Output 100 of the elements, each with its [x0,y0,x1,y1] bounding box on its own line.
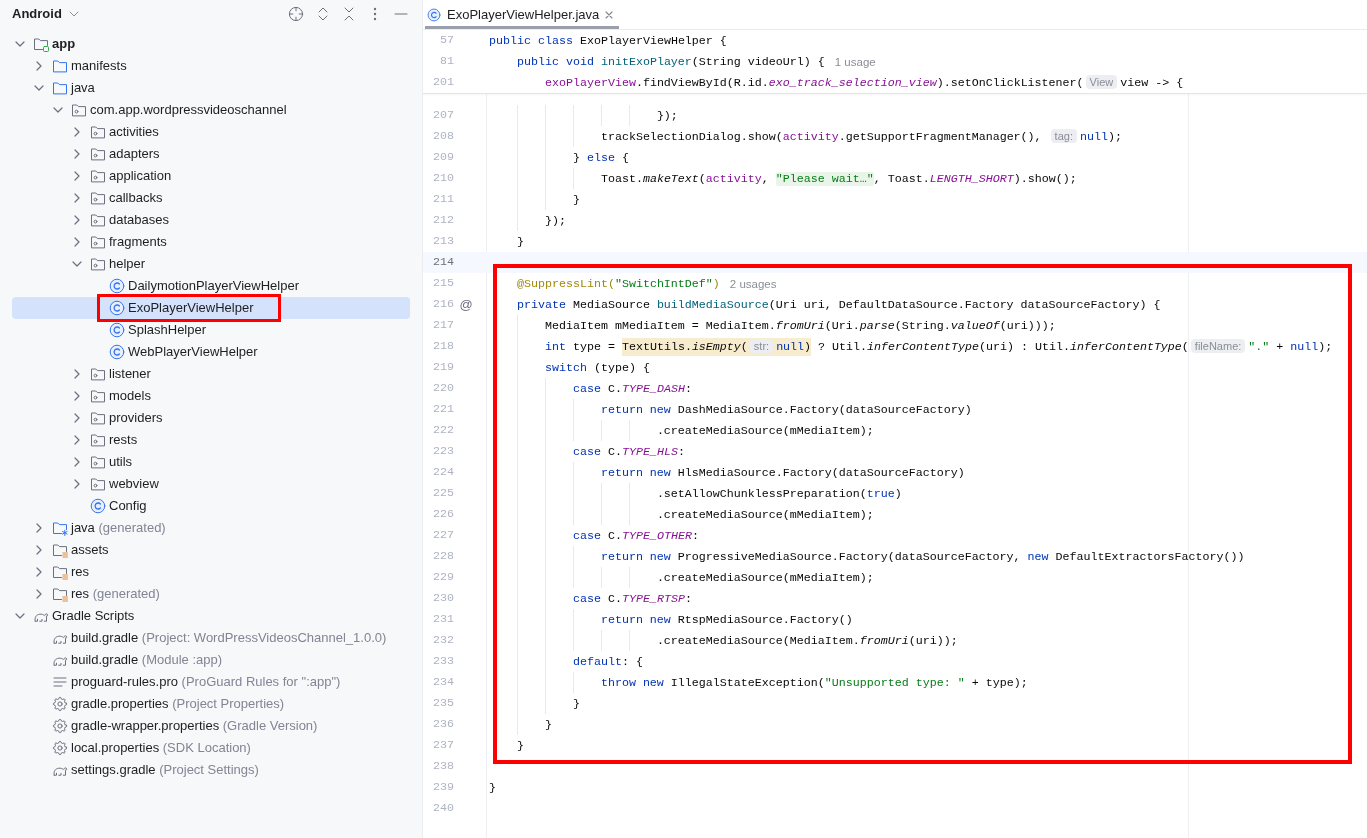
tree-item-label[interactable]: local.properties (SDK Location) [71,740,251,756]
tree-item-label[interactable]: models [109,388,151,404]
line-number: 207 [432,106,454,124]
chevron-right-icon[interactable] [74,237,80,247]
code-line: default: { [572,653,643,670]
line-number: 220 [432,379,454,397]
chevron-down-icon[interactable] [72,261,82,267]
code-line: } [572,695,580,712]
chevron-right-icon[interactable] [74,479,80,489]
collapse-all-icon[interactable] [344,7,354,21]
tree-item-label[interactable]: WebPlayerViewHelper [128,344,258,360]
code-line: return new ProgressiveMediaSource.Factory(dataSourceFactory, new DefaultExtractorsFactory()) [600,548,1245,565]
tree-item-label[interactable]: com.app.wordpressvideoschannel [90,102,287,118]
tree-item-label[interactable]: providers [109,410,163,426]
line-number: 217 [432,316,454,334]
tree-item-label[interactable]: gradle.properties (Project Properties) [71,696,285,712]
code-line: trackSelectionDialog.show(activity.getSupportFragmentManager(), tag: null); [600,128,1122,145]
line-number: 239 [432,778,454,796]
tree-item-label[interactable]: adapters [109,146,160,162]
generated-folder-icon [52,520,68,536]
class-icon [109,300,125,316]
usage-hint[interactable]: 2 usages [729,275,777,292]
code-line: } else { [572,149,629,166]
chevron-right-icon[interactable] [36,567,42,577]
chevron-down-icon[interactable] [53,107,63,113]
line-number: 221 [432,400,454,418]
code-line: public class ExoPlayerViewHelper { [489,32,727,49]
chevron-right-icon[interactable] [74,457,80,467]
line-number: 225 [432,484,454,502]
tree-item-label[interactable]: rests [109,432,138,448]
tree-item-label[interactable]: webview [109,476,159,492]
tree-item-label[interactable]: helper [109,256,146,272]
tree-item-label[interactable]: fragments [109,234,167,250]
line-number: 57 [439,31,454,49]
tree-item-label[interactable]: gradle-wrapper.properties (Gradle Version) [71,718,318,734]
crosshair-icon[interactable] [288,6,304,22]
tree-item-label[interactable]: callbacks [109,190,163,206]
code-line: } [489,779,496,796]
chevron-right-icon[interactable] [74,215,80,225]
tree-item-label[interactable]: listener [109,366,151,382]
code-line: .setAllowChunklessPreparation(true) [656,485,902,502]
tree-item-label[interactable]: res [71,564,90,580]
gear-icon [52,696,68,712]
line-number: 230 [432,589,454,607]
tree-item-label[interactable]: databases [109,212,169,228]
close-icon[interactable] [605,10,614,19]
gutter-marker[interactable]: @ [457,296,475,313]
chevron-right-icon[interactable] [74,435,80,445]
tree-item-label[interactable]: build.gradle (Module :app) [71,652,223,668]
chevron-right-icon[interactable] [74,149,80,159]
code-line: case C.TYPE_RTSP: [572,590,692,607]
tree-item-label[interactable]: assets [71,542,109,558]
chevron-right-icon[interactable] [74,193,80,203]
tree-item-label[interactable]: activities [109,124,159,140]
chevron-right-icon[interactable] [36,61,42,71]
tree-item-label[interactable]: build.gradle (Project: WordPressVideosChannel_1.0.0) [71,630,387,646]
view-selector[interactable]: Android [12,6,79,23]
tree-item-label[interactable]: utils [109,454,133,470]
tree-item-label[interactable]: DailymotionPlayerViewHelper [128,278,299,294]
code-line: throw new IllegalStateException("Unsupported type: " + type); [600,674,1028,691]
tree-item-label[interactable]: application [109,168,172,184]
chevron-right-icon[interactable] [74,391,80,401]
code-line: } [516,737,524,754]
tree-item-label[interactable]: manifests [71,58,127,74]
tree-item-label[interactable]: ExoPlayerViewHelper [128,300,254,316]
usage-hint[interactable]: 1 usage [834,53,876,70]
tree-item-label[interactable]: proguard-rules.pro (ProGuard Rules for ":app") [71,674,341,690]
chevron-right-icon[interactable] [74,413,80,423]
chevron-right-icon[interactable] [74,171,80,181]
chevron-down-icon[interactable] [34,85,44,91]
tree-item-label[interactable]: SplashHelper [128,322,207,338]
code-line: exoPlayerView.findViewById(R.id.exo_track_selection_view).setOnClickListener( View view -> { [544,74,1184,91]
tree-item-label[interactable]: settings.gradle (Project Settings) [71,762,259,778]
more-icon[interactable] [373,7,377,21]
code-line: } [516,233,524,250]
tree-item-label[interactable]: java [71,80,95,96]
tree-item-label[interactable]: Config [109,498,147,514]
code-line: }); [656,107,678,124]
code-line: case C.TYPE_HLS: [572,443,685,460]
chevron-right-icon[interactable] [74,127,80,137]
gear-icon [52,740,68,756]
line-number: 211 [432,190,454,208]
code-line: case C.TYPE_OTHER: [572,527,699,544]
line-number: 219 [432,358,454,376]
line-number: 231 [432,610,454,628]
folder-icon [52,80,68,96]
tree-item-label[interactable]: java (generated) [71,520,166,536]
tree-item-label[interactable]: Gradle Scripts [52,608,135,624]
chevron-down-icon[interactable] [15,613,25,619]
chevron-right-icon[interactable] [36,523,42,533]
line-number: 233 [432,652,454,670]
tree-item-label[interactable]: res (generated) [71,586,160,602]
tree-item-label[interactable]: app [52,36,76,52]
expand-all-icon[interactable] [318,7,328,21]
chevron-down-icon [68,11,79,18]
chevron-down-icon[interactable] [15,41,25,47]
chevron-right-icon[interactable] [36,545,42,555]
chevron-right-icon[interactable] [74,369,80,379]
chevron-right-icon[interactable] [36,589,42,599]
line-number: 236 [432,715,454,733]
